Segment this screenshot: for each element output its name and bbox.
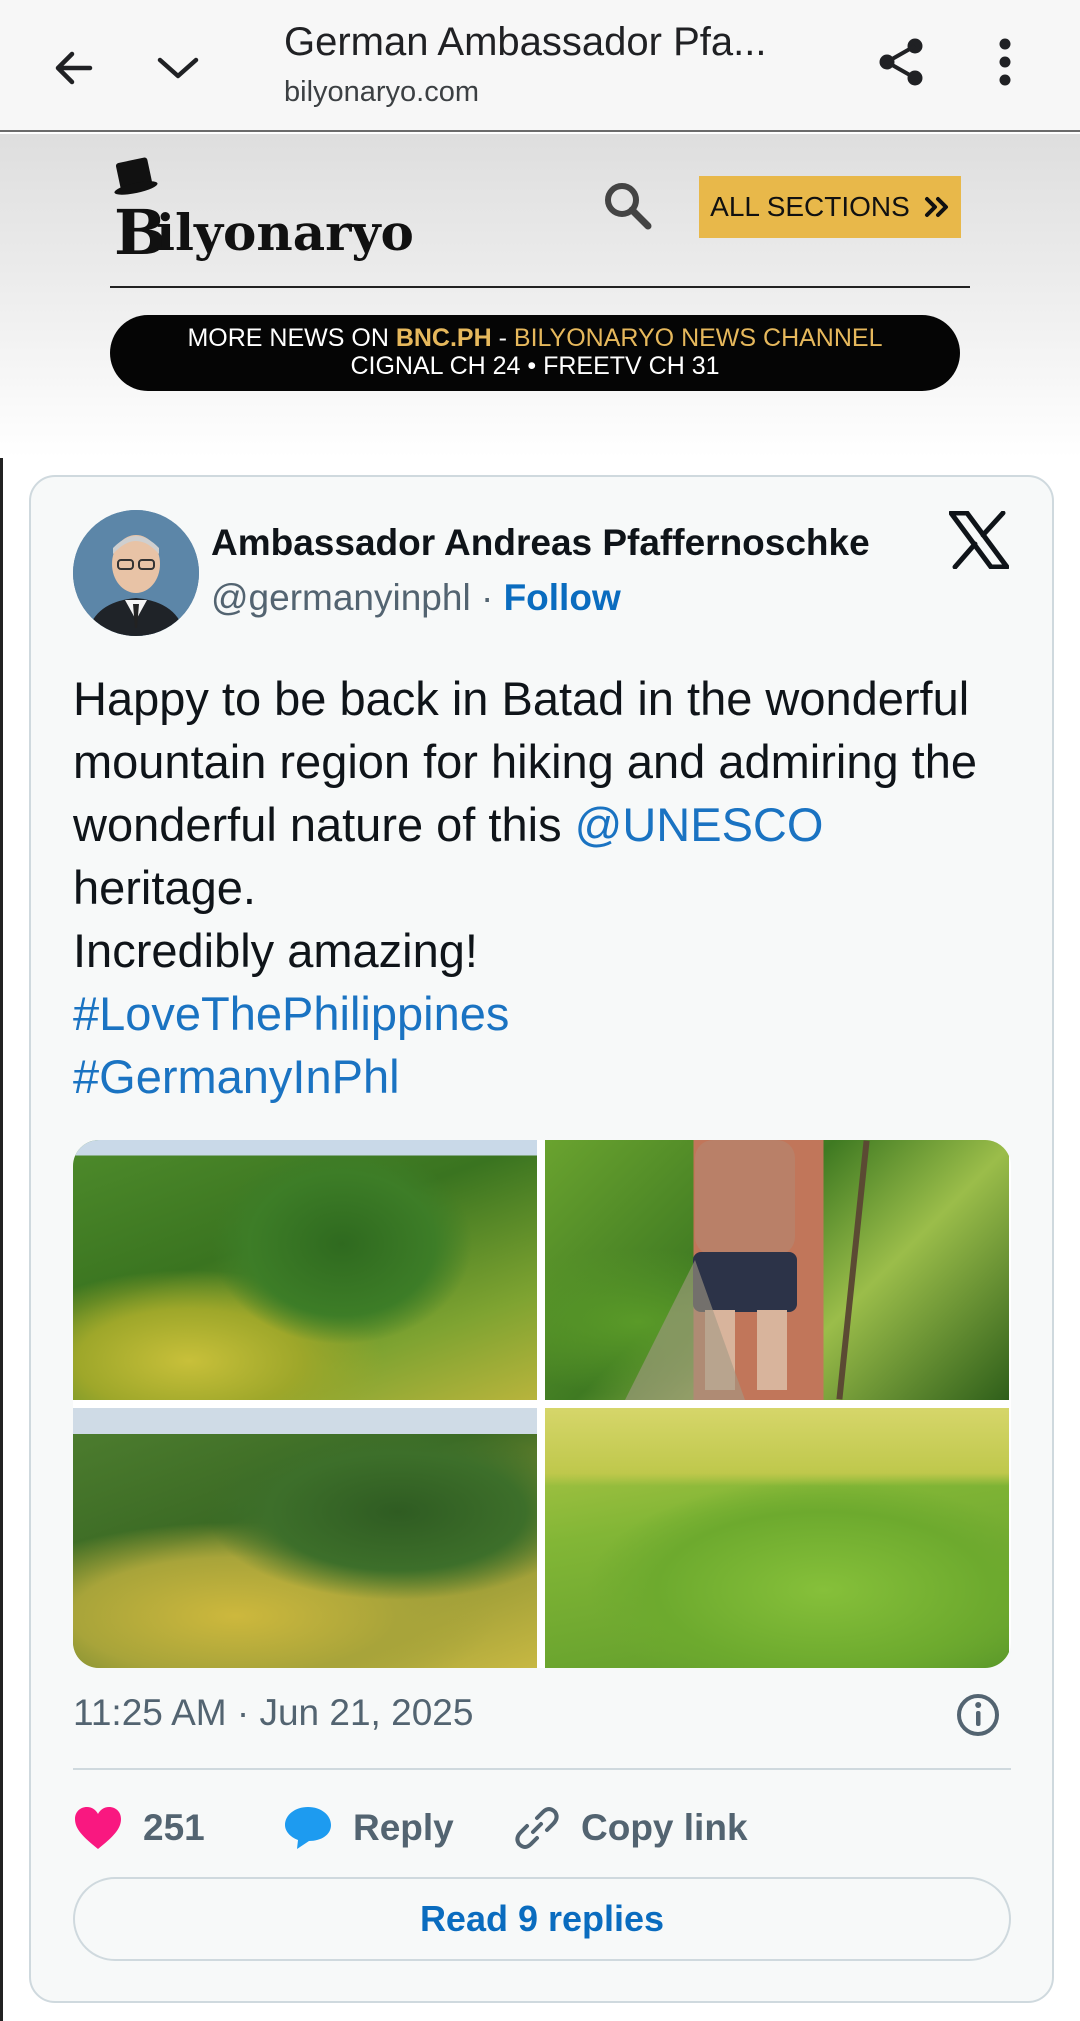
banner-prefix: MORE NEWS ON (187, 324, 396, 352)
x-logo-icon[interactable] (948, 510, 1010, 570)
photo-rice-terraces-mountains[interactable] (73, 1140, 537, 1400)
hashtag-link[interactable]: #GermanyInPhl (73, 1050, 400, 1103)
banner-line2: CIGNAL CH 24 • FREETV CH 31 (350, 352, 720, 380)
reply-bubble-icon (285, 1807, 331, 1849)
copy-link-button[interactable]: Copy link (513, 1793, 748, 1863)
author-handle-line: @germanyinphl · Follow (211, 577, 621, 619)
link-icon (515, 1807, 559, 1849)
avatar[interactable] (73, 510, 199, 636)
photo-batad-village-terraces[interactable] (73, 1408, 537, 1668)
page-url[interactable]: bilyonaryo.com (284, 76, 479, 109)
author-handle[interactable]: @germanyinphl (211, 577, 471, 618)
hashtag-link[interactable]: #LoveThePhilippines (73, 987, 509, 1040)
like-button[interactable]: 251 (73, 1793, 205, 1863)
tweet-text-part2: heritage. (73, 861, 256, 914)
tweet-divider (73, 1768, 1011, 1770)
tweet-text-line2: Incredibly amazing! (73, 924, 478, 977)
banner-channel: BILYONARYO NEWS CHANNEL (513, 324, 883, 352)
photo-hiker-on-trail[interactable] (545, 1140, 1009, 1400)
reply-button[interactable]: Reply (283, 1793, 454, 1863)
site-logo[interactable]: B ilyonaryo (110, 154, 440, 269)
tweet-actions: 251 Reply Copy link (73, 1793, 1011, 1863)
heart-icon (75, 1807, 121, 1849)
tweet-timestamp[interactable]: 11:25 AM · Jun 21, 2025 (73, 1692, 473, 1734)
mention-link[interactable]: @UNESCO (575, 798, 824, 851)
banner-dash: - (491, 324, 514, 352)
search-icon[interactable] (600, 178, 656, 234)
media-grid (73, 1140, 1011, 1668)
all-sections-button[interactable]: ALL SECTIONS (699, 176, 961, 238)
back-arrow-icon[interactable] (46, 40, 102, 96)
all-sections-label: ALL SECTIONS (710, 191, 910, 222)
header-divider (110, 286, 970, 288)
site-header: B ilyonaryo ALL SECTIONS MORE NEWS ON BN… (0, 134, 1080, 458)
photo-rice-field[interactable] (545, 1408, 1009, 1668)
copy-link-label: Copy link (581, 1807, 748, 1848)
svg-text:ilyonaryo: ilyonaryo (156, 203, 414, 262)
news-channel-banner[interactable]: MORE NEWS ON BNC.PH - BILYONARYO NEWS CH… (110, 315, 960, 391)
share-icon[interactable] (872, 32, 932, 92)
follow-button[interactable]: Follow (504, 577, 621, 618)
like-count: 251 (143, 1807, 205, 1848)
tweet-text: Happy to be back in Batad in the wonderf… (73, 667, 1013, 1108)
tweet-embed: Ambassador Andreas Pfaffernoschke @germa… (29, 475, 1054, 2003)
read-replies-button[interactable]: Read 9 replies (73, 1877, 1011, 1961)
double-chevron-right-icon (924, 197, 948, 217)
more-vert-icon[interactable] (985, 32, 1025, 92)
reply-label: Reply (353, 1807, 454, 1848)
banner-site: BNC.PH (395, 324, 492, 352)
tweet-text-part1: Happy to be back in Batad in the wonderf… (73, 672, 977, 851)
author-name[interactable]: Ambassador Andreas Pfaffernoschke (211, 522, 870, 564)
info-icon[interactable] (955, 1692, 1001, 1738)
browser-toolbar: German Ambassador Pfa... bilyonaryo.com (0, 0, 1080, 132)
handle-separator: · (470, 577, 504, 618)
chevron-down-icon[interactable] (150, 40, 206, 96)
page-edge-rule (0, 458, 3, 2021)
page-title[interactable]: German Ambassador Pfa... (284, 20, 766, 65)
